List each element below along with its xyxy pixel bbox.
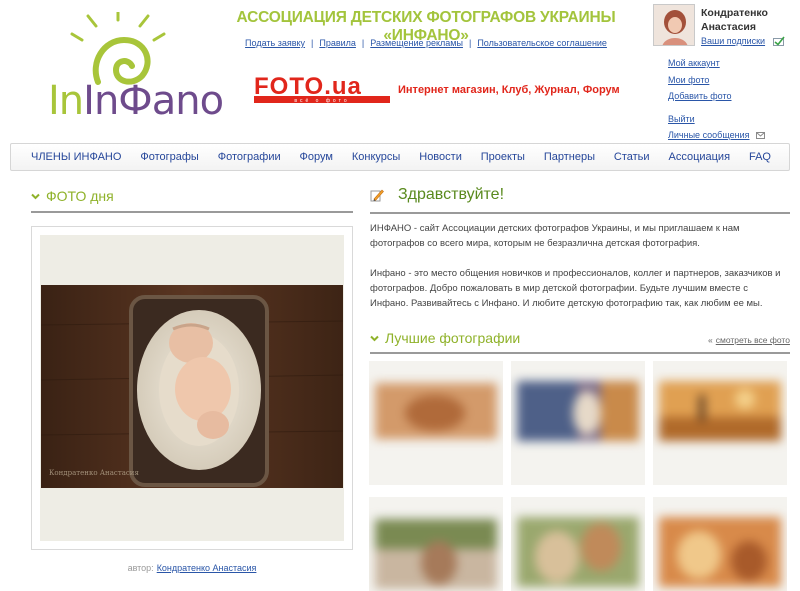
divider	[370, 212, 790, 214]
foto-ua-logo[interactable]: FOTO.ua всё о фото	[254, 75, 392, 105]
welcome-paragraph: Инфано - это место общения новичков и пр…	[370, 268, 781, 309]
user-avatar[interactable]	[653, 4, 695, 46]
envelope-icon	[756, 132, 766, 140]
photo-of-day-header: ФОТО дня	[31, 185, 114, 207]
svg-text:Кондратенко Анастасия: Кондратенко Анастасия	[49, 469, 139, 477]
view-all-photos-link[interactable]: смотреть все фото	[716, 335, 790, 345]
divider	[31, 211, 353, 213]
private-messages-link[interactable]: Личные сообщения	[668, 130, 750, 140]
logo-wordmark-text: InФano	[83, 78, 224, 124]
photo-of-day-image[interactable]: Кондратенко Анастасия	[41, 285, 343, 488]
logout-link[interactable]: Выйти	[668, 111, 765, 128]
add-photo-link[interactable]: Добавить фото	[668, 88, 765, 105]
photo-of-day-frame: Кондратенко Анастасия	[31, 226, 353, 550]
rules-link[interactable]: Правила	[319, 38, 356, 48]
nav-association[interactable]: Ассоциация	[668, 151, 730, 163]
subscriptions-link[interactable]: Ваши подписки	[701, 36, 765, 46]
photo-author: автор: Кондратенко Анастасия	[31, 563, 353, 573]
welcome-text: ИНФАНО - сайт Ассоциации детских фотогра…	[370, 221, 788, 311]
user-name[interactable]: Кондратенко Анастасия	[701, 6, 800, 34]
best-photo-thumb[interactable]	[369, 361, 503, 485]
best-photo-thumb[interactable]	[653, 361, 787, 485]
nav-photos[interactable]: Фотографии	[218, 151, 281, 163]
photo-of-day-mat: Кондратенко Анастасия	[40, 235, 344, 541]
nav-articles[interactable]: Статьи	[614, 151, 650, 163]
welcome-paragraph: ИНФАНО - сайт Ассоциации детских фотогра…	[370, 223, 740, 249]
nav-news[interactable]: Новости	[419, 151, 462, 163]
nav-projects[interactable]: Проекты	[481, 151, 525, 163]
divider	[370, 352, 790, 354]
photo-of-day-title: ФОТО дня	[46, 188, 114, 204]
best-photo-thumb[interactable]	[511, 497, 645, 591]
author-link[interactable]: Кондратенко Анастасия	[157, 563, 257, 573]
welcome-title: Здравствуйте!	[398, 186, 505, 203]
user-agreement-link[interactable]: Пользовательское соглашение	[477, 38, 607, 48]
pencil-icon	[370, 189, 384, 202]
best-photo-thumb[interactable]	[653, 497, 787, 591]
nav-members[interactable]: ЧЛЕНЫ ИНФАНО	[31, 151, 121, 163]
apply-link[interactable]: Подать заявку	[245, 38, 305, 48]
nav-photographers[interactable]: Фотографы	[140, 151, 198, 163]
chevron-down-icon	[31, 193, 40, 199]
chevron-down-icon	[370, 335, 379, 341]
advertising-link[interactable]: Размещение рекламы	[370, 38, 463, 48]
view-all-marker: «	[708, 335, 713, 345]
nav-faq[interactable]: FAQ	[749, 151, 771, 163]
best-photos-header: Лучшие фотографии	[370, 327, 520, 349]
best-photo-thumb[interactable]	[511, 361, 645, 485]
foto-ua-slogan[interactable]: Интернет магазин, Клуб, Журнал, Форум	[398, 84, 620, 96]
subscriptions-check-icon[interactable]	[773, 36, 785, 46]
top-links: Подать заявку | Правила | Размещение рекламы…	[245, 38, 607, 48]
user-menu: Мой аккаунт Мои фото Добавить фото Выйти…	[668, 55, 766, 144]
author-label: автор:	[127, 563, 154, 573]
nav-contests[interactable]: Конкурсы	[352, 151, 400, 163]
foto-ua-logo-subtext: всё о фото	[294, 98, 349, 104]
nav-partners[interactable]: Партнеры	[544, 151, 595, 163]
view-all-photos: «смотреть все фото	[708, 335, 790, 345]
my-account-link[interactable]: Мой аккаунт	[668, 55, 765, 72]
nav-forum[interactable]: Форум	[300, 151, 333, 163]
main-nav: ЧЛЕНЫ ИНФАНО Фотографы Фотографии Форум …	[10, 143, 790, 171]
logo-wordmark: InInФano	[48, 78, 224, 124]
best-photos-title: Лучшие фотографии	[385, 330, 521, 346]
best-photo-thumb[interactable]	[369, 497, 503, 591]
my-photos-link[interactable]: Мои фото	[668, 72, 765, 89]
